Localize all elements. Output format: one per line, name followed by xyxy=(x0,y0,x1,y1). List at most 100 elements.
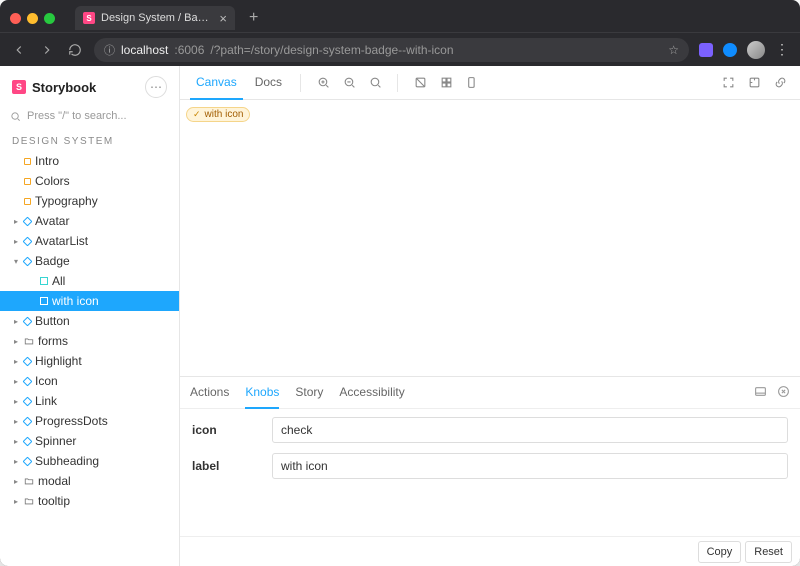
component-icon xyxy=(23,256,33,266)
sidebar-item-icon[interactable]: ▸ Icon xyxy=(0,371,179,391)
caret-icon: ▸ xyxy=(12,217,20,226)
sidebar-item-tooltip[interactable]: ▸tooltip xyxy=(0,491,179,511)
caret-icon: ▸ xyxy=(12,317,20,326)
caret-icon: ▸ xyxy=(12,377,20,386)
panel-orientation-icon[interactable] xyxy=(754,385,767,401)
check-icon: ✓ xyxy=(193,109,201,120)
extension-icon[interactable] xyxy=(699,43,713,57)
sidebar-item-label: Link xyxy=(35,394,57,408)
url-port: :6006 xyxy=(174,43,204,57)
viewport-tool-icon[interactable] xyxy=(462,73,482,93)
new-tab-button[interactable]: + xyxy=(243,9,264,27)
browser-tab-title: Design System / Badge – with xyxy=(101,12,213,24)
sidebar-item-label: Button xyxy=(35,314,70,328)
sidebar-item-link[interactable]: ▸Link xyxy=(0,391,179,411)
zoom-reset-icon[interactable] xyxy=(365,73,385,93)
sidebar-item-with-icon[interactable]: with icon xyxy=(0,291,179,311)
window-minimize-button[interactable] xyxy=(27,13,38,24)
knob-row-icon: icon xyxy=(192,417,788,443)
document-icon xyxy=(24,178,31,185)
background-tool-icon[interactable] xyxy=(410,73,430,93)
divider xyxy=(300,74,301,92)
knobs-reset-button[interactable]: Reset xyxy=(745,541,792,563)
sidebar-item-intro[interactable]: Intro xyxy=(0,151,179,171)
sidebar-menu-button[interactable]: ⋯ xyxy=(145,76,167,98)
back-button[interactable] xyxy=(10,41,28,59)
knob-input-icon[interactable] xyxy=(272,417,788,443)
bookmark-icon[interactable]: ☆ xyxy=(668,43,679,57)
sidebar-item-label: Badge xyxy=(35,254,70,268)
search-placeholder: Press "/" to search... xyxy=(27,110,127,122)
component-icon xyxy=(23,416,33,426)
tab-story[interactable]: Story xyxy=(295,377,323,409)
component-icon xyxy=(23,436,33,446)
window-zoom-button[interactable] xyxy=(44,13,55,24)
zoom-out-icon[interactable] xyxy=(339,73,359,93)
sidebar-item-label: Spinner xyxy=(35,434,76,448)
caret-icon: ▸ xyxy=(12,337,20,346)
sidebar-item-forms[interactable]: ▸ forms xyxy=(0,331,179,351)
caret-icon: ▸ xyxy=(12,357,20,366)
knob-input-label[interactable] xyxy=(272,453,788,479)
tab-accessibility[interactable]: Accessibility xyxy=(339,377,404,409)
sidebar-item-avatar[interactable]: ▸Avatar xyxy=(0,211,179,231)
window-titlebar: S Design System / Badge – with × + xyxy=(0,4,800,32)
folder-icon xyxy=(24,336,34,346)
extension-icon[interactable] xyxy=(723,43,737,57)
document-icon xyxy=(24,158,31,165)
sidebar-item-typography[interactable]: Typography xyxy=(0,191,179,211)
component-icon xyxy=(23,376,33,386)
caret-icon: ▸ xyxy=(12,477,20,486)
sidebar-item-highlight[interactable]: ▸ Highlight xyxy=(0,351,179,371)
sidebar-item-label: with icon xyxy=(52,294,99,308)
brand: S Storybook ⋯ xyxy=(0,66,179,108)
search-input[interactable]: Press "/" to search... xyxy=(10,110,169,122)
knob-row-label: label xyxy=(192,453,788,479)
sidebar-item-avatarlist[interactable]: ▸AvatarList xyxy=(0,231,179,251)
caret-icon: ▾ xyxy=(12,257,20,266)
sidebar-item-label: Icon xyxy=(35,374,58,388)
site-info-icon[interactable]: ⓘ xyxy=(104,42,115,58)
sidebar-item-label: forms xyxy=(38,334,68,348)
sidebar-item-label: Highlight xyxy=(35,354,82,368)
story-icon xyxy=(40,277,48,285)
browser-tab[interactable]: S Design System / Badge – with × xyxy=(75,6,235,30)
component-icon xyxy=(23,356,33,366)
copy-link-icon[interactable] xyxy=(770,73,790,93)
sidebar-item-all[interactable]: All xyxy=(0,271,179,291)
caret-icon: ▸ xyxy=(12,497,20,506)
sidebar-item-progressdots[interactable]: ▸ProgressDots xyxy=(0,411,179,431)
sidebar-item-label: Colors xyxy=(35,174,70,188)
grid-tool-icon[interactable] xyxy=(436,73,456,93)
url-bar[interactable]: ⓘ localhost:6006/?path=/story/design-sys… xyxy=(94,38,689,62)
browser-menu-button[interactable]: ⋮ xyxy=(775,41,790,58)
fullscreen-icon[interactable] xyxy=(718,73,738,93)
tab-knobs[interactable]: Knobs xyxy=(245,377,279,409)
sidebar-item-badge[interactable]: ▾ Badge xyxy=(0,251,179,271)
window-close-button[interactable] xyxy=(10,13,21,24)
document-icon xyxy=(24,198,31,205)
close-icon[interactable]: × xyxy=(219,11,227,26)
knobs-copy-button[interactable]: Copy xyxy=(698,541,742,563)
sidebar-item-modal[interactable]: ▸modal xyxy=(0,471,179,491)
story-tree: IntroColorsTypography▸Avatar▸AvatarList▾… xyxy=(0,151,179,566)
url-host: localhost xyxy=(121,43,168,57)
tab-actions[interactable]: Actions xyxy=(190,377,229,409)
search-icon xyxy=(10,111,21,122)
zoom-in-icon[interactable] xyxy=(313,73,333,93)
sidebar-item-colors[interactable]: Colors xyxy=(0,171,179,191)
sidebar-item-subheading[interactable]: ▸Subheading xyxy=(0,451,179,471)
tab-docs[interactable]: Docs xyxy=(249,66,288,100)
badge-component: ✓ with icon xyxy=(186,107,250,122)
knobs-body: icon label xyxy=(180,409,800,536)
sidebar-item-spinner[interactable]: ▸Spinner xyxy=(0,431,179,451)
reload-button[interactable] xyxy=(66,41,84,59)
panel-close-icon[interactable] xyxy=(777,385,790,401)
profile-avatar[interactable] xyxy=(747,41,765,59)
storybook-favicon: S xyxy=(83,12,95,24)
divider xyxy=(397,74,398,92)
sidebar-item-button[interactable]: ▸ Button xyxy=(0,311,179,331)
tab-canvas[interactable]: Canvas xyxy=(190,66,243,100)
forward-button[interactable] xyxy=(38,41,56,59)
open-new-tab-icon[interactable] xyxy=(744,73,764,93)
